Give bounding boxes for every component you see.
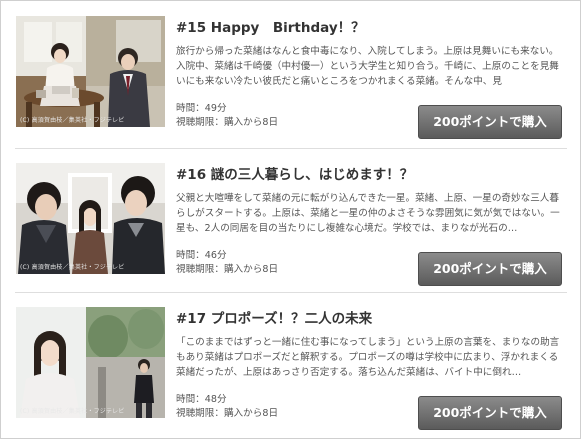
episode-list: (C) 高須賀由枝／集英社・フジテレビ #15 Happy Birthday！？…	[0, 0, 581, 439]
copyright-credit: (C) 高須賀由枝／集英社・フジテレビ	[20, 408, 125, 415]
purchase-button[interactable]: 200ポイントで購入	[418, 396, 562, 430]
viewing-period: 視聴期限：購入から8日	[176, 264, 279, 275]
episode-title[interactable]: #16 謎の三人暮らし、はじめます！？	[176, 163, 413, 183]
episode-meta: 時間：48分 視聴期限：購入から8日	[176, 393, 278, 421]
episode-duration: 時間：46分	[176, 250, 227, 261]
episode-synopsis: 父親と大喧嘩をして菜緒の元に転がり込んできた一星。菜緒、上原、一星の奇妙な三人暮…	[176, 193, 560, 234]
thumbnail-image	[16, 163, 165, 274]
episode-thumbnail[interactable]: (C) 高須賀由枝／集英社・フジテレビ	[16, 163, 165, 274]
episode-thumbnail[interactable]: (C) 高須賀由枝／集英社・フジテレビ	[16, 307, 165, 418]
episode-meta: 時間：46分 視聴期限：購入から8日	[176, 249, 278, 277]
episode-title[interactable]: #17 プロポーズ！？二人の未来	[176, 307, 372, 327]
episode-item: (C) 高須賀由枝／集英社・フジテレビ #17 プロポーズ！？二人の未来 「この…	[2, 293, 579, 435]
purchase-button[interactable]: 200ポイントで購入	[418, 252, 562, 286]
episode-synopsis: 「このままではずっと一緒に住む事になってしまう」という上原の言葉を、まりなの助言…	[176, 337, 560, 378]
episode-duration: 時間：48分	[176, 394, 227, 405]
viewing-period: 視聴期限：購入から8日	[176, 408, 279, 419]
episode-duration: 時間：49分	[176, 103, 227, 114]
episode-item: (C) 高須賀由枝／集英社・フジテレビ #15 Happy Birthday！？…	[2, 2, 579, 144]
purchase-button[interactable]: 200ポイントで購入	[418, 105, 562, 139]
copyright-credit: (C) 高須賀由枝／集英社・フジテレビ	[20, 264, 125, 271]
episode-synopsis: 旅行から帰った菜緒はなんと食中毒になり、入院してしまう。上原は見舞いにも来ない。…	[176, 46, 559, 87]
episode-title[interactable]: #15 Happy Birthday！？	[176, 16, 365, 36]
episode-meta: 時間：49分 視聴期限：購入から8日	[176, 102, 278, 130]
episode-thumbnail[interactable]: (C) 高須賀由枝／集英社・フジテレビ	[16, 16, 165, 127]
thumbnail-image	[16, 307, 165, 418]
thumbnail-image	[16, 16, 165, 127]
viewing-period: 視聴期限：購入から8日	[176, 117, 279, 128]
copyright-credit: (C) 高須賀由枝／集英社・フジテレビ	[20, 117, 125, 124]
episode-item: (C) 高須賀由枝／集英社・フジテレビ #16 謎の三人暮らし、はじめます！？ …	[2, 149, 579, 291]
